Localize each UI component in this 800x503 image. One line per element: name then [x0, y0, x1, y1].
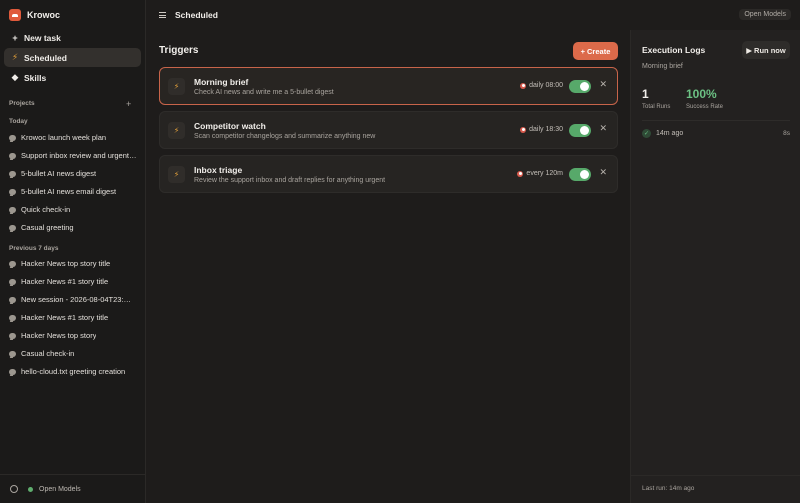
scheduled-label: Scheduled: [24, 52, 67, 63]
logo-icon: [9, 9, 21, 21]
bolt-icon: ⚡: [168, 78, 185, 95]
chat-icon: [9, 152, 16, 159]
trigger-name: Inbox triage: [194, 165, 243, 175]
list-item[interactable]: hello-cloud.txt greeting creation: [9, 367, 139, 376]
chat-icon: [9, 170, 16, 177]
chat-icon: [9, 224, 16, 231]
list-item[interactable]: Casual check-in: [9, 349, 139, 358]
group-label-today: Today: [9, 118, 28, 125]
close-icon[interactable]: ✕: [599, 79, 607, 90]
group-label-previous: Previous 7 days: [9, 245, 59, 252]
list-item[interactable]: Support inbox review and urgent…: [9, 151, 139, 160]
log-duration: 8s: [783, 130, 790, 137]
new-task-button[interactable]: + New task: [4, 28, 141, 47]
chat-icon: [9, 368, 16, 375]
trigger-schedule: every 120m: [517, 170, 563, 177]
page-title: Scheduled: [175, 10, 218, 20]
enable-toggle[interactable]: [569, 80, 591, 93]
alarm-clock-icon: [520, 126, 527, 133]
enable-toggle[interactable]: [569, 168, 591, 181]
sidebar-item-scheduled[interactable]: ⚡ Scheduled: [4, 48, 141, 67]
triggers-panel: Triggers + Create ⚡ Morning brief Check …: [146, 30, 630, 503]
diamond-icon: ◆: [11, 72, 19, 82]
enable-toggle[interactable]: [569, 124, 591, 137]
plus-icon: +: [580, 46, 586, 56]
alarm-clock-icon: [517, 170, 524, 177]
model-label[interactable]: Open Models: [39, 486, 81, 493]
list-item[interactable]: 5-bullet AI news email digest: [9, 187, 139, 196]
chat-icon: [9, 188, 16, 195]
total-runs-value: 1: [642, 87, 649, 101]
log-entry[interactable]: ✓ 14m ago 8s: [642, 129, 790, 138]
list-item[interactable]: Hacker News top story title: [9, 259, 139, 268]
create-label: Create: [587, 46, 611, 56]
run-now-label: Run now: [754, 45, 786, 55]
skills-label: Skills: [24, 72, 47, 83]
gear-icon[interactable]: [10, 485, 18, 493]
total-runs-label: Total Runs: [642, 104, 671, 110]
list-item[interactable]: 5-bullet AI news digest: [9, 169, 139, 178]
brand-name: Krowoc: [27, 10, 61, 20]
list-item[interactable]: Hacker News #1 story title: [9, 313, 139, 322]
list-item[interactable]: New session - 2026-08-04T23:…: [9, 295, 139, 304]
list-item[interactable]: Krowoc launch week plan: [9, 133, 139, 142]
add-project-icon[interactable]: +: [126, 99, 131, 109]
trigger-schedule: daily 08:00: [520, 82, 563, 89]
chat-icon: [9, 314, 16, 321]
plus-icon: +: [12, 32, 18, 43]
model-badge[interactable]: Open Models: [739, 9, 791, 20]
run-now-button[interactable]: ▶ Run now: [742, 41, 790, 59]
sidebar-item-skills[interactable]: ◆ Skills: [4, 68, 141, 87]
success-rate-label: Success Rate: [686, 104, 724, 110]
chat-icon: [9, 260, 16, 267]
sidebar-footer: Open Models: [0, 474, 146, 503]
chat-icon: [9, 332, 16, 339]
brand[interactable]: Krowoc: [9, 9, 60, 21]
trigger-card[interactable]: ⚡ Competitor watch Scan competitor chang…: [159, 111, 618, 149]
list-item[interactable]: Hacker News top story: [9, 331, 139, 340]
chat-icon: [9, 278, 16, 285]
bolt-icon: ⚡: [168, 166, 185, 183]
list-item[interactable]: Quick check-in: [9, 205, 139, 214]
sidebar: Krowoc + New task ⚡ Scheduled ◆ Skills P…: [0, 0, 146, 503]
trigger-name: Competitor watch: [194, 121, 266, 131]
triggers-heading: Triggers: [159, 45, 199, 56]
play-icon: ▶: [746, 45, 753, 55]
list-item[interactable]: Casual greeting: [9, 223, 139, 232]
chat-icon: [9, 296, 16, 303]
list-item[interactable]: Hacker News #1 story title: [9, 277, 139, 286]
chat-icon: [9, 206, 16, 213]
logs-heading: Execution Logs: [642, 45, 706, 55]
trigger-description: Scan competitor changelogs and summarize…: [194, 133, 376, 140]
close-icon[interactable]: ✕: [599, 123, 607, 134]
chat-icon: [9, 134, 16, 141]
trigger-card[interactable]: ⚡ Inbox triage Review the support inbox …: [159, 155, 618, 193]
trigger-description: Review the support inbox and draft repli…: [194, 177, 386, 184]
close-icon[interactable]: ✕: [599, 167, 607, 178]
chat-icon: [9, 350, 16, 357]
new-task-label: New task: [24, 32, 61, 43]
bolt-icon: ⚡: [168, 122, 185, 139]
create-button[interactable]: + Create: [573, 42, 618, 60]
trigger-name: Morning brief: [194, 77, 249, 87]
bolt-icon: ⚡: [11, 52, 19, 62]
status-dot-icon: [28, 486, 33, 492]
check-icon: ✓: [642, 129, 651, 138]
projects-heading: Projects: [9, 100, 35, 107]
topbar: Scheduled Open Models: [146, 0, 800, 30]
alarm-clock-icon: [520, 82, 527, 89]
menu-icon[interactable]: [159, 12, 166, 18]
trigger-card[interactable]: ⚡ Morning brief Check AI news and write …: [159, 67, 618, 105]
divider: [642, 120, 790, 121]
execution-logs-panel: Execution Logs ▶ Run now Morning brief 1…: [630, 30, 800, 503]
logs-trigger-name: Morning brief: [642, 63, 683, 70]
last-run-status: Last run: 14m ago: [631, 475, 800, 503]
trigger-schedule: daily 18:30: [520, 126, 563, 133]
success-rate-value: 100%: [686, 87, 717, 101]
trigger-description: Check AI news and write me a 5-bullet di…: [194, 89, 334, 96]
log-time: 14m ago: [656, 130, 684, 137]
